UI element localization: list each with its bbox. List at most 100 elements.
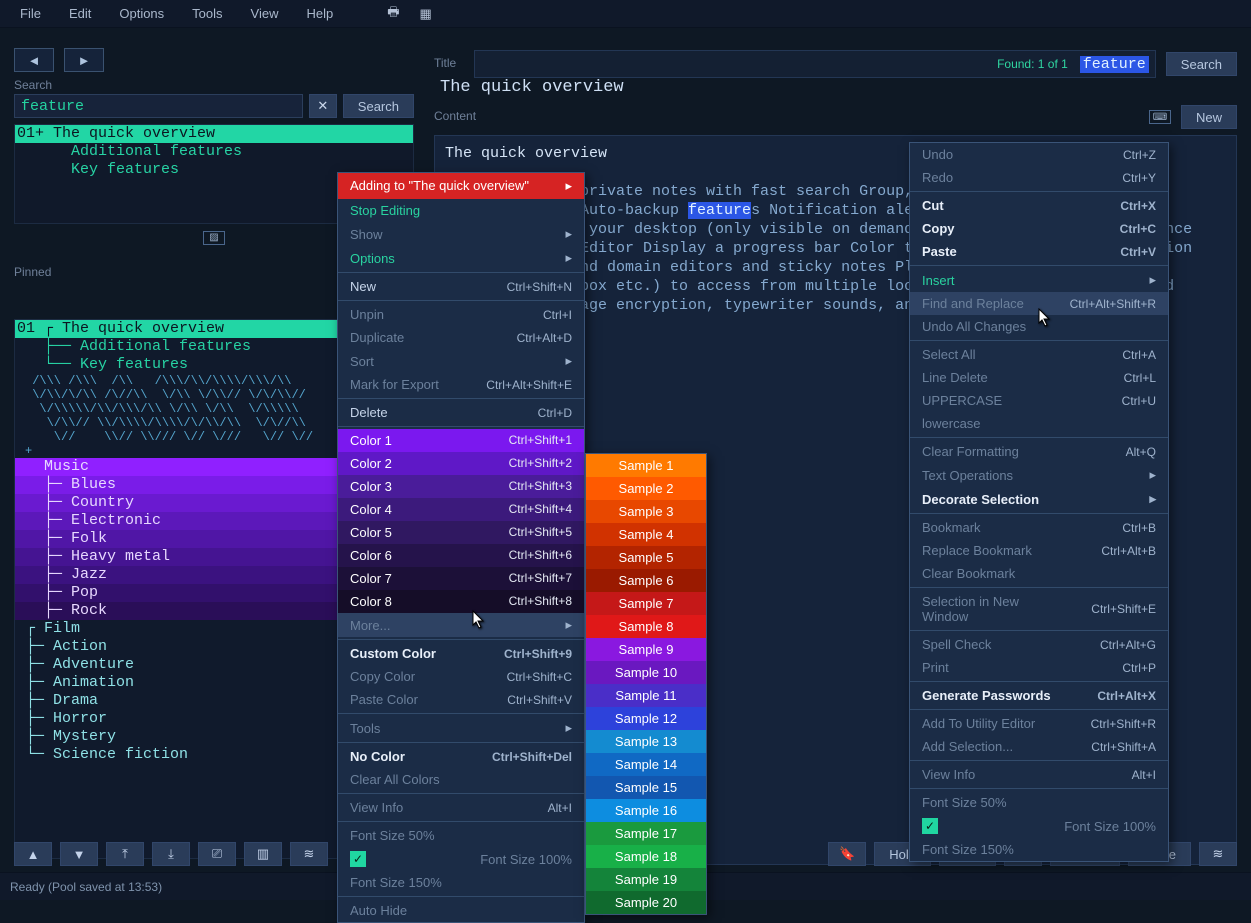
title-field[interactable]: Found: 1 of 1 feature bbox=[474, 50, 1156, 78]
context-menu-left[interactable]: Adding to "The quick overview"▸Stop Edit… bbox=[337, 172, 585, 923]
menu-item[interactable]: CutCtrl+X bbox=[910, 194, 1168, 217]
menu-item[interactable]: DuplicateCtrl+Alt+D bbox=[338, 326, 584, 349]
menu-item[interactable]: Font Size 50% bbox=[338, 824, 584, 847]
menu-item[interactable]: Clear All Colors bbox=[338, 768, 584, 791]
menu-item[interactable]: Add To Utility EditorCtrl+Shift+R bbox=[910, 712, 1168, 735]
extra-icon-button[interactable]: ≋ bbox=[1199, 842, 1237, 866]
sample-color[interactable]: Sample 10 bbox=[586, 661, 706, 684]
menu-item[interactable]: ✓Font Size 100% bbox=[338, 847, 584, 871]
menu-item[interactable]: PrintCtrl+P bbox=[910, 656, 1168, 679]
menu-edit[interactable]: Edit bbox=[55, 2, 105, 25]
menu-item[interactable]: Options▸ bbox=[338, 246, 584, 270]
menu-item[interactable]: Text Operations▸ bbox=[910, 463, 1168, 487]
menu-item[interactable]: Decorate Selection▸ bbox=[910, 487, 1168, 511]
print-icon[interactable]: 🖶 bbox=[377, 0, 409, 29]
menu-item[interactable]: PasteCtrl+V bbox=[910, 240, 1168, 263]
nav-back-button[interactable]: ◄ bbox=[14, 48, 54, 72]
menu-item[interactable]: UnpinCtrl+I bbox=[338, 303, 584, 326]
move-top-button[interactable]: ⤒ bbox=[106, 842, 144, 866]
menu-item[interactable]: Selection in New WindowCtrl+Shift+E bbox=[910, 590, 1168, 628]
menu-item[interactable]: Font Size 150% bbox=[338, 871, 584, 894]
new-button[interactable]: New bbox=[1181, 105, 1237, 129]
menu-item[interactable]: ✓Font Size 100% bbox=[910, 814, 1168, 838]
menu-item[interactable]: Replace BookmarkCtrl+Alt+B bbox=[910, 539, 1168, 562]
sample-color[interactable]: Sample 8 bbox=[586, 615, 706, 638]
menu-item[interactable]: Custom ColorCtrl+Shift+9 bbox=[338, 642, 584, 665]
menu-item[interactable]: UndoCtrl+Z bbox=[910, 143, 1168, 166]
menu-help[interactable]: Help bbox=[292, 2, 347, 25]
menu-item[interactable]: CopyCtrl+C bbox=[910, 217, 1168, 240]
menu-item[interactable]: View InfoAlt+I bbox=[338, 796, 584, 819]
menu-item[interactable]: Tools▸ bbox=[338, 716, 584, 740]
menu-item[interactable]: View InfoAlt+I bbox=[910, 763, 1168, 786]
menu-item[interactable]: UPPERCASECtrl+U bbox=[910, 389, 1168, 412]
menu-item[interactable]: Sort▸ bbox=[338, 349, 584, 373]
tree-item[interactable]: Additional features bbox=[15, 143, 413, 161]
keyboard-icon[interactable]: ⌨ bbox=[1149, 110, 1171, 124]
color-option[interactable]: Color 3Ctrl+Shift+3 bbox=[338, 475, 584, 498]
clear-search-button[interactable]: ✕ bbox=[309, 94, 337, 118]
menu-item[interactable]: Select AllCtrl+A bbox=[910, 343, 1168, 366]
sample-color[interactable]: Sample 3 bbox=[586, 500, 706, 523]
sample-color-submenu[interactable]: Sample 1Sample 2Sample 3Sample 4Sample 5… bbox=[585, 453, 707, 915]
menu-view[interactable]: View bbox=[237, 2, 293, 25]
bookmark-icon-button[interactable]: 🔖 bbox=[828, 842, 866, 866]
right-search-button[interactable]: Search bbox=[1166, 52, 1237, 76]
color-option[interactable]: Color 7Ctrl+Shift+7 bbox=[338, 567, 584, 590]
menu-item[interactable]: More...▸ bbox=[338, 613, 584, 637]
sample-color[interactable]: Sample 12 bbox=[586, 707, 706, 730]
menu-item[interactable]: lowercase bbox=[910, 412, 1168, 435]
menu-item[interactable]: Mark for ExportCtrl+Alt+Shift+E bbox=[338, 373, 584, 396]
menu-item[interactable]: Stop Editing bbox=[338, 199, 584, 222]
move-bottom-button[interactable]: ⤓ bbox=[152, 842, 190, 866]
sample-color[interactable]: Sample 11 bbox=[586, 684, 706, 707]
menu-item[interactable]: Clear FormattingAlt+Q bbox=[910, 440, 1168, 463]
menu-item[interactable]: Spell CheckCtrl+Alt+G bbox=[910, 633, 1168, 656]
menu-item[interactable]: Insert▸ bbox=[910, 268, 1168, 292]
search-input[interactable] bbox=[14, 94, 303, 118]
sample-color[interactable]: Sample 19 bbox=[586, 868, 706, 891]
menu-item[interactable]: Font Size 150% bbox=[910, 838, 1168, 861]
nav-forward-button[interactable]: ► bbox=[64, 48, 104, 72]
context-menu-right[interactable]: UndoCtrl+ZRedoCtrl+YCutCtrl+XCopyCtrl+CP… bbox=[909, 142, 1169, 862]
color-option[interactable]: Color 8Ctrl+Shift+8 bbox=[338, 590, 584, 613]
menu-options[interactable]: Options bbox=[105, 2, 178, 25]
color-option[interactable]: Color 6Ctrl+Shift+6 bbox=[338, 544, 584, 567]
menu-item[interactable]: No ColorCtrl+Shift+Del bbox=[338, 745, 584, 768]
menu-item[interactable]: Line DeleteCtrl+L bbox=[910, 366, 1168, 389]
sample-color[interactable]: Sample 9 bbox=[586, 638, 706, 661]
menu-tools[interactable]: Tools bbox=[178, 2, 236, 25]
settings-icon-button[interactable]: ≋ bbox=[290, 842, 328, 866]
menu-item[interactable]: Auto Hide bbox=[338, 899, 584, 922]
sample-color[interactable]: Sample 17 bbox=[586, 822, 706, 845]
menu-item[interactable]: Add Selection...Ctrl+Shift+A bbox=[910, 735, 1168, 758]
menu-item[interactable]: BookmarkCtrl+B bbox=[910, 516, 1168, 539]
sample-color[interactable]: Sample 2 bbox=[586, 477, 706, 500]
sample-color[interactable]: Sample 18 bbox=[586, 845, 706, 868]
sample-color[interactable]: Sample 5 bbox=[586, 546, 706, 569]
menu-item[interactable]: Generate PasswordsCtrl+Alt+X bbox=[910, 684, 1168, 707]
search-button[interactable]: Search bbox=[343, 94, 414, 118]
tool-icon[interactable]: ▦ bbox=[410, 2, 442, 26]
columns-button[interactable]: ▥ bbox=[244, 842, 282, 866]
sample-color[interactable]: Sample 4 bbox=[586, 523, 706, 546]
tree-item[interactable]: 01+ The quick overview bbox=[15, 125, 413, 143]
sample-color[interactable]: Sample 14 bbox=[586, 753, 706, 776]
sample-color[interactable]: Sample 7 bbox=[586, 592, 706, 615]
sample-color[interactable]: Sample 15 bbox=[586, 776, 706, 799]
menu-item[interactable]: Show▸ bbox=[338, 222, 584, 246]
move-up-button[interactable]: ▲ bbox=[14, 842, 52, 866]
menu-item[interactable]: Clear Bookmark bbox=[910, 562, 1168, 585]
tree-handle-icon[interactable]: ▨ bbox=[203, 231, 225, 245]
move-down-button[interactable]: ▼ bbox=[60, 842, 98, 866]
color-option[interactable]: Color 5Ctrl+Shift+5 bbox=[338, 521, 584, 544]
menu-file[interactable]: File bbox=[6, 2, 55, 25]
sample-color[interactable]: Sample 13 bbox=[586, 730, 706, 753]
color-option[interactable]: Color 2Ctrl+Shift+2 bbox=[338, 452, 584, 475]
menu-item[interactable]: Copy ColorCtrl+Shift+C bbox=[338, 665, 584, 688]
filter-button[interactable]: ⎚ bbox=[198, 842, 236, 866]
menu-item[interactable]: Paste ColorCtrl+Shift+V bbox=[338, 688, 584, 711]
menu-item[interactable]: Font Size 50% bbox=[910, 791, 1168, 814]
sample-color[interactable]: Sample 20 bbox=[586, 891, 706, 914]
menu-item[interactable]: RedoCtrl+Y bbox=[910, 166, 1168, 189]
